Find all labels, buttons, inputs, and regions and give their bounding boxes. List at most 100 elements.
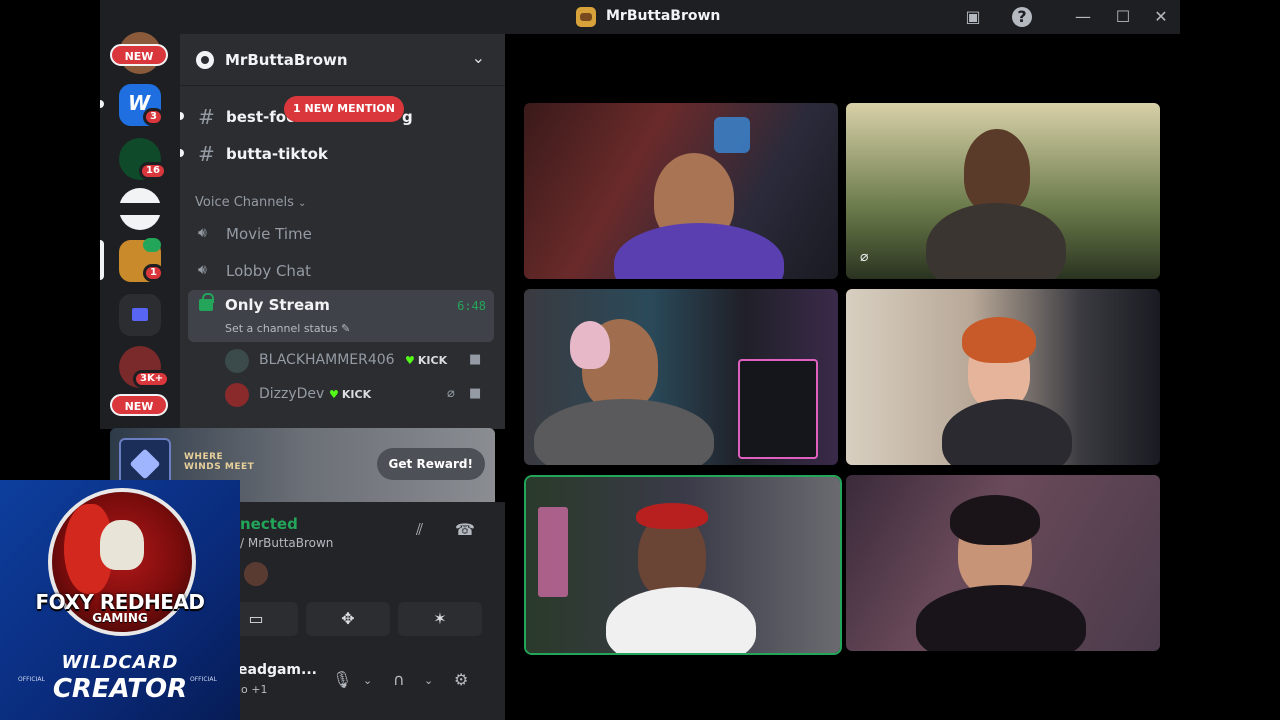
speaker-icon: 🔊︎ [198, 262, 207, 278]
chevron-down-icon[interactable]: ⌄ [424, 674, 433, 687]
speaker-icon: 🔊︎ [198, 225, 207, 241]
new-badge[interactable]: NEW [110, 44, 168, 66]
new-mention-pill[interactable]: 1 NEW MENTION [284, 96, 404, 122]
brand-subtitle: GAMING [92, 611, 148, 625]
video-tile[interactable]: ⌀ [846, 103, 1160, 279]
minimize-button[interactable]: — [1072, 6, 1094, 28]
unread-pip [100, 100, 104, 108]
noise-suppression-icon[interactable]: ⫽ [416, 520, 423, 540]
soundboard-icon: ✶ [433, 609, 447, 628]
channel-label: Movie Time [226, 225, 312, 243]
channel-label: Lobby Chat [226, 262, 312, 280]
unread-dot [180, 149, 184, 157]
avatar [244, 562, 268, 586]
close-button[interactable]: ✕ [1150, 6, 1172, 28]
pc-case [738, 359, 818, 459]
kick-badge: ♥ KICK [329, 388, 372, 401]
avatar [225, 383, 249, 407]
mention-count-badge: 3K+ [133, 370, 171, 388]
status-label: Set a channel status [225, 322, 338, 335]
new-badge[interactable]: NEW [110, 394, 168, 416]
channel-butta-tiktok[interactable]: # butta-tiktok [180, 137, 494, 171]
screen-share-icon: ▭ [248, 609, 264, 628]
member-name: BLACKHAMMER406 [259, 352, 395, 368]
chevron-down-icon: ⌄ [298, 198, 307, 209]
server-header[interactable]: MrButtaBrown ⌄ [180, 34, 505, 86]
pencil-icon: ✎ [341, 322, 351, 335]
participant-cap [636, 503, 708, 529]
voice-member[interactable]: BLACKHAMMER406 ♥ KICK ■ [225, 346, 495, 376]
channel-label: Only Stream [225, 296, 330, 314]
category-label: Voice Channels [195, 195, 294, 210]
kick-badge: ♥ KICK [405, 354, 448, 367]
participant-shirt [534, 399, 714, 465]
voice-member[interactable]: DizzyDev ♥ KICK ⌀ ■ [225, 380, 495, 410]
mic-muted-icon: ⌀ [447, 386, 455, 401]
video-tile[interactable] [524, 103, 838, 279]
member-name: DizzyDev [259, 386, 325, 402]
hash-icon: # [198, 142, 215, 166]
server-settings-icon [196, 51, 214, 69]
video-tile[interactable] [846, 475, 1160, 651]
voice-channel-movie-time[interactable]: 🔊︎ Movie Time [188, 218, 494, 250]
help-icon[interactable]: ? [1012, 7, 1032, 27]
game-logo: WHERE WINDS MEET [184, 452, 255, 472]
participant-shirt [926, 203, 1066, 279]
username[interactable]: eadgam... [238, 662, 317, 678]
voice-channel-lobby-chat[interactable]: 🔊︎ Lobby Chat [188, 255, 494, 287]
server-icon [576, 7, 596, 27]
streamer-overlay: FOXY REDHEAD GAMING WILDCARD CREATOR OFF… [0, 480, 240, 720]
mention-count-badge: 1 [143, 264, 164, 282]
gear-icon[interactable]: ⚙︎ [454, 670, 468, 689]
selected-pip [100, 240, 104, 280]
activities-button[interactable]: ✥ [306, 602, 390, 636]
soundboard-button[interactable]: ✶ [398, 602, 482, 636]
voice-channel-path[interactable]: / MrButtaBrown [240, 536, 333, 550]
participant-video [964, 129, 1030, 213]
microphone-icon[interactable]: 🎙︎ [332, 670, 352, 689]
participant-shirt [606, 587, 756, 653]
chevron-down-icon[interactable]: ⌄ [363, 674, 372, 687]
participant-shirt [614, 223, 784, 279]
window-title: MrButtaBrown [606, 8, 721, 24]
server-ninja[interactable] [119, 188, 161, 230]
get-reward-button[interactable]: Get Reward! [376, 448, 485, 480]
server-foxhole[interactable]: 16 [119, 138, 167, 180]
voice-channel-only-stream[interactable]: Only Stream 6:48 Set a channel status ✎ [188, 290, 494, 342]
server-w[interactable]: W 3 [119, 84, 164, 126]
video-tile-speaking[interactable] [526, 477, 840, 653]
activities-icon: ✥ [341, 609, 355, 628]
hash-icon: # [198, 105, 215, 129]
participant-hair [950, 495, 1040, 545]
lock-icon [199, 293, 214, 311]
voice-category[interactable]: Voice Channels ⌄ [195, 195, 306, 210]
avatar [225, 349, 249, 373]
mic-muted-icon: ⌀ [860, 249, 869, 265]
inbox-icon[interactable]: ▣ [962, 6, 984, 28]
channel-label: butta-tiktok [226, 145, 328, 163]
camera-icon: ■ [469, 386, 482, 401]
headphones-icon[interactable]: ∩ [393, 670, 405, 689]
server-rail: NEW W 3 16 1 3K+ NEW [100, 32, 180, 429]
server-mrbuttabrown[interactable]: 1 [119, 238, 164, 282]
participant-shirt [942, 399, 1072, 465]
video-tile[interactable] [846, 289, 1160, 465]
disconnect-icon[interactable]: ☎︎ [455, 520, 475, 539]
folder-icon[interactable] [119, 294, 161, 336]
skull-icon [100, 520, 144, 570]
server-avatar[interactable]: 3K+ [119, 346, 171, 388]
official-label: OFFICIAL [18, 676, 45, 683]
window-titlebar: MrButtaBrown ▣ ? — ☐ ✕ [100, 0, 1180, 34]
video-tile[interactable] [524, 289, 838, 465]
mention-count-badge: 3 [143, 108, 164, 126]
maximize-button[interactable]: ☐ [1112, 6, 1134, 28]
chevron-down-icon: ⌄ [471, 48, 485, 67]
rgb-light [538, 507, 568, 597]
server-name: MrButtaBrown [225, 51, 348, 69]
user-status: io +1 [238, 683, 268, 696]
unread-dot [180, 112, 184, 120]
official-label: OFFICIAL [190, 676, 217, 683]
set-channel-status[interactable]: Set a channel status ✎ [225, 322, 350, 335]
program-name: WILDCARD [61, 652, 179, 673]
camera-icon: ■ [469, 352, 482, 367]
